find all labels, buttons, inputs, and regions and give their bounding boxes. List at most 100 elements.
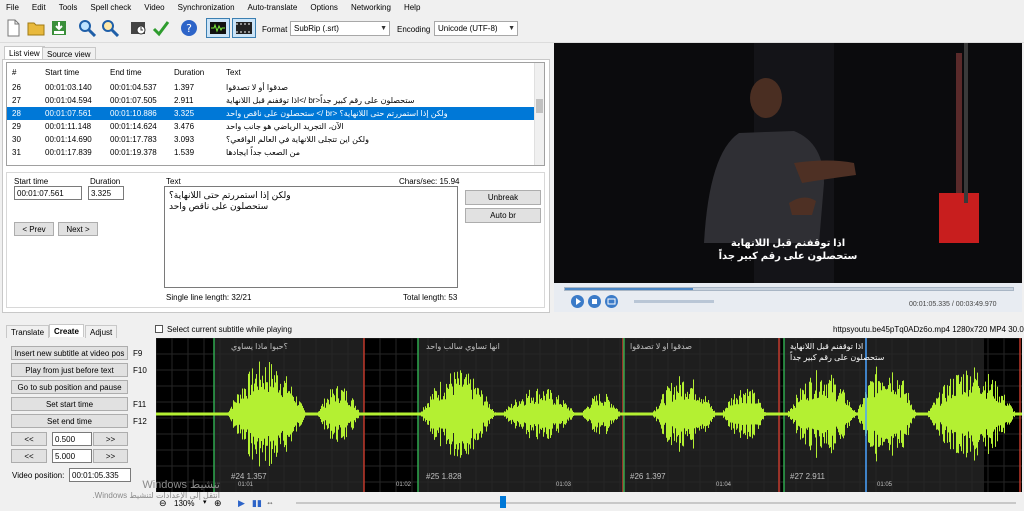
help-icon[interactable]: ? xyxy=(179,18,199,38)
table-row[interactable]: 27 00:01:04.594 00:01:07.505 2.911 ستحصل… xyxy=(7,94,535,107)
waveform-sample xyxy=(515,399,516,429)
waveform-sample xyxy=(470,379,471,449)
menu-options[interactable]: Options xyxy=(310,3,338,12)
menu-networking[interactable]: Networking xyxy=(351,3,391,12)
menu-help[interactable]: Help xyxy=(404,3,420,12)
menu-tools[interactable]: Tools xyxy=(59,3,78,12)
format-select[interactable]: SubRip (.srt) ▼ xyxy=(290,21,390,36)
waveform-sample xyxy=(927,412,928,416)
play-selection-icon[interactable]: ▶ xyxy=(238,498,245,509)
waveform-sample xyxy=(524,405,525,423)
zoom-value[interactable]: 130% xyxy=(174,499,194,508)
small-step-input[interactable]: 0.500 xyxy=(52,432,92,446)
duration-input[interactable]: 3.325 xyxy=(88,186,124,200)
video-player[interactable]: اذا توقفنم قبل اللانهاية ستحصلون على رقم… xyxy=(554,43,1022,312)
play-before-button[interactable]: Play from just before text xyxy=(11,363,128,377)
column-header-end[interactable]: End time xyxy=(110,68,142,77)
waveform-sample xyxy=(485,401,486,427)
waveform-sample xyxy=(473,378,474,450)
find-icon[interactable] xyxy=(77,18,97,38)
subtitle-text-input[interactable]: ولكن إذا استمررتم حتى اللانهاية؟ ستحصلون… xyxy=(164,186,458,288)
menu-auto-translate[interactable]: Auto-translate xyxy=(248,3,298,12)
waveform-sample xyxy=(200,412,201,416)
waveform-toggle-icon[interactable] xyxy=(206,18,230,38)
step-forward-small-button[interactable]: >> xyxy=(93,432,128,446)
waveform-sample xyxy=(195,412,196,416)
menu-synchronization[interactable]: Synchronization xyxy=(178,3,235,12)
table-row[interactable]: 29 00:01:11.148 00:01:14.624 3.476 الآن،… xyxy=(7,120,535,133)
start-time-input[interactable]: 00:01:07.561 xyxy=(14,186,82,200)
play-icon[interactable] xyxy=(571,295,584,308)
loop-icon[interactable]: ▮▮ xyxy=(252,498,262,509)
waveform-sample xyxy=(229,410,230,418)
waveform-sample xyxy=(333,393,334,435)
menu-edit[interactable]: Edit xyxy=(32,3,46,12)
waveform-sample xyxy=(272,378,273,450)
step-back-large-button[interactable]: << xyxy=(11,449,47,463)
waveform-position-slider[interactable] xyxy=(296,502,1016,504)
table-row-selected[interactable]: 28 00:01:07.561 00:01:10.886 3.325 ولكن … xyxy=(7,107,535,120)
replace-icon[interactable] xyxy=(100,18,120,38)
waveform-sample xyxy=(655,411,656,417)
large-step-input[interactable]: 5.000 xyxy=(52,449,92,463)
set-end-button[interactable]: Set end time xyxy=(11,414,128,428)
video-toggle-icon[interactable] xyxy=(232,18,256,38)
waveform-sample xyxy=(1012,408,1013,420)
tab-list-view[interactable]: List view xyxy=(4,46,45,59)
set-start-button[interactable]: Set start time xyxy=(11,397,128,411)
unbreak-button[interactable]: Unbreak xyxy=(465,190,541,205)
waveform-sample xyxy=(202,412,203,416)
waveform-sample xyxy=(942,393,943,435)
save-icon[interactable] xyxy=(49,18,69,38)
waveform-sample xyxy=(463,384,464,444)
menu-spell-check[interactable]: Spell check xyxy=(90,3,131,12)
table-row[interactable]: 30 00:01:14.690 00:01:17.783 3.093 ولكن … xyxy=(7,133,535,146)
menu-video[interactable]: Video xyxy=(144,3,164,12)
waveform-sample xyxy=(410,412,411,416)
column-header-duration[interactable]: Duration xyxy=(174,68,204,77)
column-header-start[interactable]: Start time xyxy=(45,68,79,77)
list-scrollbar[interactable] xyxy=(534,63,544,165)
waveform-sample xyxy=(178,412,179,416)
waveform-sample xyxy=(251,384,252,444)
waveform-sample xyxy=(380,412,381,416)
go-to-sub-button[interactable]: Go to sub position and pause xyxy=(11,380,128,394)
waveform-sample xyxy=(748,396,749,432)
duration-label: Duration xyxy=(90,177,121,186)
column-header-number[interactable]: # xyxy=(12,68,16,77)
navigate-icon[interactable]: ⇔ xyxy=(266,498,274,507)
auto-br-button[interactable]: Auto br xyxy=(465,208,541,223)
tab-translate[interactable]: Translate xyxy=(6,325,50,338)
waveform-sample xyxy=(321,405,322,423)
cell-start: 00:01:07.561 xyxy=(45,109,92,118)
video-seek-bar[interactable] xyxy=(564,287,1014,291)
new-file-icon[interactable] xyxy=(3,18,23,38)
tab-create[interactable]: Create xyxy=(49,324,84,337)
waveform-sample xyxy=(240,394,241,434)
fullscreen-icon[interactable] xyxy=(605,295,618,308)
menu-file[interactable]: File xyxy=(6,3,19,12)
waveform-sample xyxy=(848,405,849,423)
audio-waveform[interactable]: ؟حبوا ماذا يساوي انها تساوي سالب واحد صد… xyxy=(156,338,1022,492)
encoding-select[interactable]: Unicode (UTF-8) ▼ xyxy=(434,21,518,36)
volume-slider[interactable] xyxy=(634,300,714,303)
next-button[interactable]: Next > xyxy=(58,222,98,236)
waveform-sample xyxy=(460,370,461,458)
open-folder-icon[interactable] xyxy=(26,18,46,38)
column-header-text[interactable]: Text xyxy=(226,68,241,77)
waveform-sample xyxy=(847,400,848,428)
waveform-sample xyxy=(659,405,660,423)
step-forward-large-button[interactable]: >> xyxy=(93,449,128,463)
step-back-small-button[interactable]: << xyxy=(11,432,47,446)
select-while-playing-checkbox[interactable] xyxy=(155,325,163,333)
visual-sync-icon[interactable] xyxy=(128,18,148,38)
stop-icon[interactable] xyxy=(588,295,601,308)
table-row[interactable]: 31 00:01:17.839 00:01:19.378 1.539 من ال… xyxy=(7,146,535,159)
slider-thumb[interactable] xyxy=(500,496,506,508)
tab-adjust[interactable]: Adjust xyxy=(85,325,118,338)
prev-button[interactable]: < Prev xyxy=(14,222,54,236)
spell-check-icon[interactable] xyxy=(151,18,171,38)
table-row[interactable]: 26 00:01:03.140 00:01:04.537 1.397 صدقوا… xyxy=(7,81,535,94)
insert-subtitle-button[interactable]: Insert new subtitle at video pos xyxy=(11,346,128,360)
scrollbar-thumb[interactable] xyxy=(536,99,543,113)
